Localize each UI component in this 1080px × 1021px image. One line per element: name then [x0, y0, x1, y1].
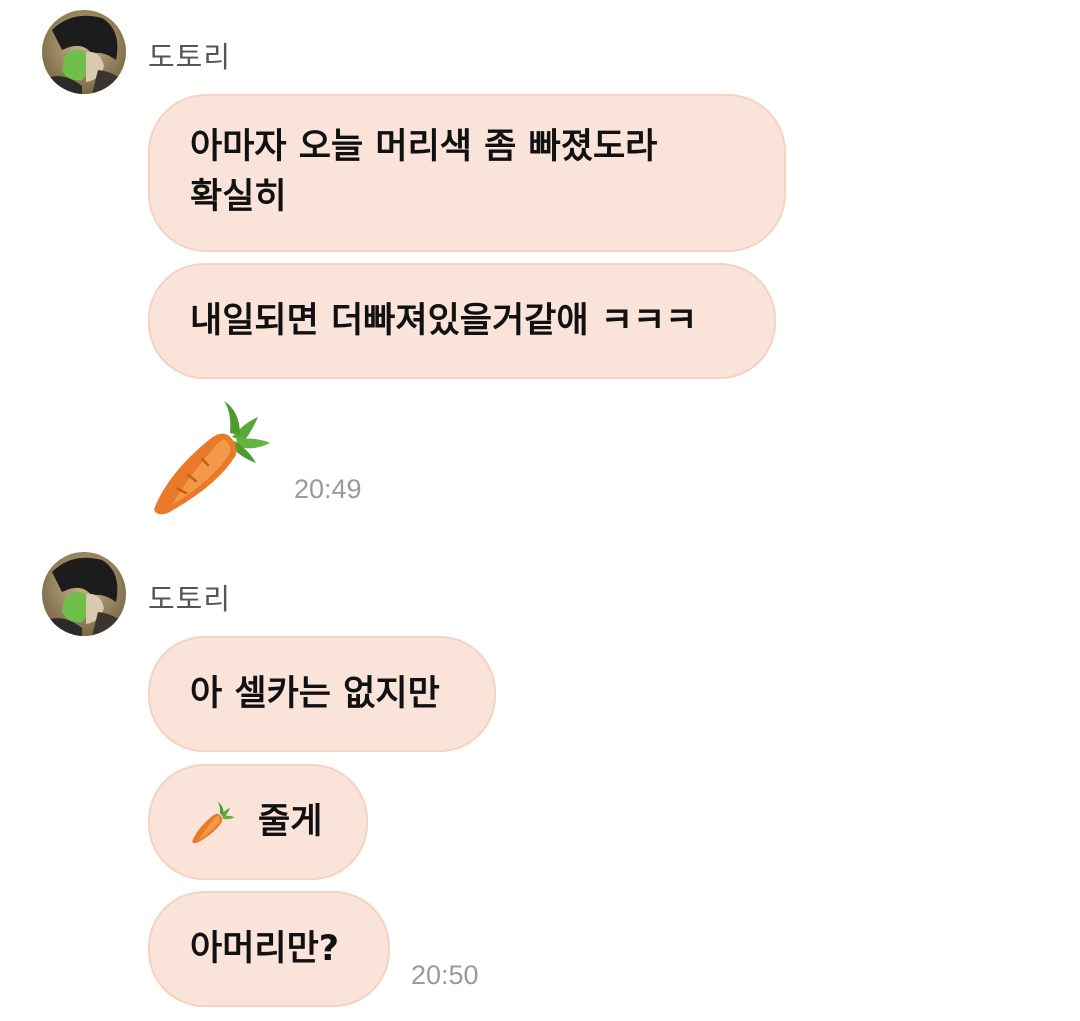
carrot-emoji: [190, 799, 236, 845]
carrot-sticker[interactable]: [148, 393, 274, 519]
avatar-image: [42, 10, 126, 94]
message-text: 줄게: [258, 802, 323, 842]
sender-name: 도토리: [148, 582, 232, 616]
sender-avatar[interactable]: [42, 552, 126, 636]
message-text-line: 아마자 오늘 머리색 좀 빠졌도라: [190, 127, 658, 167]
message-bubble[interactable]: 내일되면 더빠져있을거같애 ㅋㅋㅋ: [148, 263, 776, 379]
message-timestamp: 20:49: [294, 474, 362, 504]
carrot-icon: [154, 401, 270, 515]
message-bubble[interactable]: 아 셀카는 없지만: [148, 636, 496, 752]
message-text-line: 확실히: [190, 177, 287, 217]
sender-name: 도토리: [148, 40, 232, 74]
message-text: 내일되면 더빠져있을거같애 ㅋㅋㅋ: [190, 301, 698, 341]
message-bubble[interactable]: 줄게: [148, 764, 368, 880]
message-text: 아 셀카는 없지만: [190, 674, 440, 714]
avatar-image: [42, 552, 126, 636]
message-bubble[interactable]: 아머리만?: [148, 891, 390, 1007]
message-timestamp: 20:50: [411, 960, 479, 990]
message-text: 아머리만?: [190, 929, 340, 969]
sender-avatar[interactable]: [42, 10, 126, 94]
chat-log: 도토리 아마자 오늘 머리색 좀 빠졌도라 확실히 내일되면 더빠져있을거같애 …: [0, 0, 1080, 1021]
message-bubble[interactable]: 아마자 오늘 머리색 좀 빠졌도라 확실히: [148, 94, 786, 252]
carrot-icon: [192, 801, 235, 844]
